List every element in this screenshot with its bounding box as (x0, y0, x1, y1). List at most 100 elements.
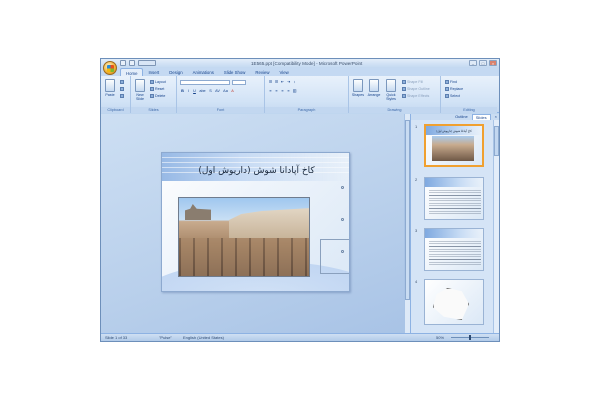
drawing-group-label: Drawing (349, 107, 440, 113)
tab-slide-show[interactable]: Slide Show (219, 68, 251, 76)
shape-effects-label: Shape Effects (407, 94, 430, 98)
copy-icon (120, 87, 124, 91)
shape-outline-button[interactable]: Shape Outline (402, 87, 430, 91)
quick-styles-button[interactable]: Quick Styles (383, 79, 399, 101)
tab-animations[interactable]: Animations (188, 68, 219, 76)
layout-button[interactable]: Layout (150, 80, 166, 84)
slide-thumbnail-3[interactable] (424, 228, 484, 271)
group-editing: Find Replace Select Editing (441, 76, 497, 113)
replace-icon (445, 87, 449, 91)
slide-title[interactable]: کاخ آپادانا شوش (داریوش اول) (162, 166, 349, 176)
zoom-slider-knob[interactable] (469, 335, 471, 340)
align-left-icon[interactable]: ≡ (268, 89, 273, 94)
replace-button[interactable]: Replace (445, 87, 463, 91)
tab-design[interactable]: Design (164, 68, 187, 76)
format-painter-icon (120, 94, 124, 98)
resize-handle[interactable] (341, 218, 344, 221)
window-title: 1E565.ppt [Compatibility Mode] - Microso… (251, 61, 363, 66)
columns-icon[interactable]: ▥ (292, 89, 297, 94)
paste-button[interactable]: Paste (103, 79, 117, 97)
resize-handle[interactable] (341, 250, 344, 253)
justify-icon[interactable]: ≡ (286, 89, 291, 94)
quick-styles-label: Quick Styles (386, 93, 396, 101)
change-case-button[interactable]: Aa (222, 89, 229, 94)
paste-label: Paste (105, 93, 115, 97)
minimize-button[interactable]: – (469, 60, 477, 66)
language-indicator[interactable]: English (United States) (183, 335, 224, 340)
shadow-button[interactable]: S (208, 89, 213, 94)
slide-thumbnail-4[interactable] (424, 279, 484, 325)
new-slide-label: New Slide (136, 93, 144, 101)
slide-photo[interactable] (178, 197, 310, 277)
thumbnail-text-lines (429, 241, 481, 267)
customize-toolbar-icon[interactable] (138, 60, 156, 66)
tab-view[interactable]: View (274, 68, 293, 76)
shape-outline-label: Shape Outline (407, 87, 430, 91)
maximize-button[interactable]: □ (479, 60, 487, 66)
group-slides: New Slide Layout Reset Delete Slides (131, 76, 177, 113)
font-color-button[interactable]: A (230, 89, 235, 94)
underline-button[interactable]: U (192, 89, 197, 94)
reset-button[interactable]: Reset (150, 87, 164, 91)
decrease-indent-icon[interactable]: ⇤ (280, 80, 285, 85)
align-buttons: ≡ ≡ ≡ ≡ ▥ (268, 89, 297, 94)
shape-fill-button[interactable]: Shape Fill (402, 80, 423, 84)
scrollbar-thumb[interactable] (494, 126, 499, 156)
tab-home[interactable]: Home (120, 68, 144, 76)
save-icon[interactable] (120, 60, 126, 66)
zoom-slider[interactable] (451, 335, 489, 340)
replace-label: Replace (450, 87, 464, 91)
delete-button[interactable]: Delete (150, 94, 165, 98)
slide-thumbnail-1[interactable]: کاخ آپادانا شوش (داریوش اول) (424, 124, 484, 167)
thumbnail-number: 1 (415, 124, 418, 129)
font-group-label: Font (177, 107, 264, 113)
cut-button[interactable] (120, 80, 124, 84)
group-clipboard: Paste Clipboard (101, 76, 131, 113)
slide-thumbnail-2[interactable] (424, 177, 484, 220)
new-slide-icon (135, 79, 145, 92)
tab-slides[interactable]: Slides (471, 114, 491, 120)
close-button[interactable]: × (489, 60, 497, 66)
font-name-combo[interactable] (180, 80, 230, 85)
align-center-icon[interactable]: ≡ (274, 89, 279, 94)
ribbon-tabs: Home Insert Design Animations Slide Show… (101, 68, 499, 76)
numbering-icon[interactable]: ☰ (274, 80, 279, 85)
thumbnail-photo (432, 136, 474, 161)
strikethrough-button[interactable]: abe (198, 89, 207, 94)
current-slide[interactable]: کاخ آپادانا شوش (داریوش اول) (161, 152, 350, 292)
tab-outline[interactable]: Outline (452, 114, 471, 120)
pane-vertical-scrollbar[interactable] (493, 120, 499, 333)
arrange-button[interactable]: Arrange (367, 79, 381, 97)
select-icon (445, 94, 449, 98)
italic-button[interactable]: I (186, 89, 191, 94)
clipboard-group-label: Clipboard (101, 107, 130, 113)
office-logo-icon (107, 65, 114, 72)
powerpoint-window: 1E565.ppt [Compatibility Mode] - Microso… (100, 58, 500, 342)
office-button[interactable] (103, 61, 117, 75)
increase-indent-icon[interactable]: ⇥ (286, 80, 291, 85)
format-painter-button[interactable] (120, 94, 124, 98)
new-slide-button[interactable]: New Slide (133, 79, 147, 101)
bullets-icon[interactable]: ☰ (268, 80, 273, 85)
copy-button[interactable] (120, 87, 124, 91)
find-button[interactable]: Find (445, 80, 457, 84)
slide-editing-area[interactable]: کاخ آپادانا شوش (داریوش اول) (101, 114, 410, 333)
quick-access-toolbar (120, 60, 156, 66)
bold-button[interactable]: B (180, 89, 185, 94)
undo-icon[interactable] (129, 60, 135, 66)
line-spacing-icon[interactable]: ↕ (292, 80, 297, 85)
group-paragraph: ☰ ☰ ⇤ ⇥ ↕ ≡ ≡ ≡ ≡ ▥ Paragraph (265, 76, 349, 113)
title-bar: 1E565.ppt [Compatibility Mode] - Microso… (101, 59, 499, 75)
shapes-button[interactable]: Shapes (351, 79, 365, 97)
tab-insert[interactable]: Insert (143, 68, 164, 76)
tab-review[interactable]: Review (250, 68, 274, 76)
zoom-level[interactable]: 50% (436, 335, 444, 340)
resize-handle[interactable] (341, 186, 344, 189)
select-button[interactable]: Select (445, 94, 460, 98)
thumb-stripe (425, 229, 483, 238)
font-size-combo[interactable] (232, 80, 246, 85)
spacing-button[interactable]: AV (214, 89, 221, 94)
placeholder-outline[interactable] (320, 239, 349, 274)
shape-effects-button[interactable]: Shape Effects (402, 94, 429, 98)
align-right-icon[interactable]: ≡ (280, 89, 285, 94)
